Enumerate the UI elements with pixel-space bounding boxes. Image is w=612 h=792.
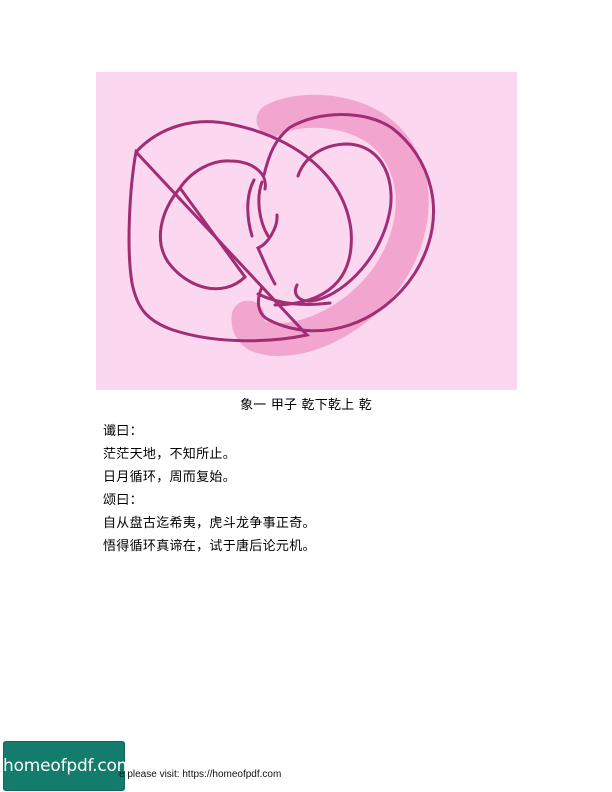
text-line-4: 颂曰： bbox=[103, 493, 143, 508]
text-line-2: 茫茫天地，不知所止。 bbox=[103, 447, 237, 462]
text-line-1: 谶曰： bbox=[103, 424, 143, 439]
rings-svg bbox=[127, 94, 436, 357]
interlock-stroke-1 bbox=[246, 178, 256, 238]
text-line-3: 日月循环，周而复始。 bbox=[103, 470, 237, 485]
footer: homeofpdf.com e please visit: https://ho… bbox=[3, 741, 423, 791]
visit-link-text[interactable]: e please visit: https://homeofpdf.com bbox=[119, 769, 281, 781]
site-logo[interactable]: homeofpdf.com bbox=[3, 741, 133, 791]
interlocking-rings-illustration bbox=[96, 72, 517, 390]
text-line-6: 悟得循环真谛在，试于唐后论元机。 bbox=[103, 539, 316, 554]
figure-caption: 象一 甲子 乾下乾上 乾 bbox=[240, 398, 372, 413]
verse-text-block: 谶曰： 茫茫天地，不知所止。 日月循环，周而复始。 颂曰： 自从盘古迄希夷，虎斗… bbox=[103, 420, 533, 558]
text-line-5: 自从盘古迄希夷，虎斗龙争事正奇。 bbox=[103, 516, 316, 531]
left-ring-inner-outline bbox=[158, 159, 279, 291]
